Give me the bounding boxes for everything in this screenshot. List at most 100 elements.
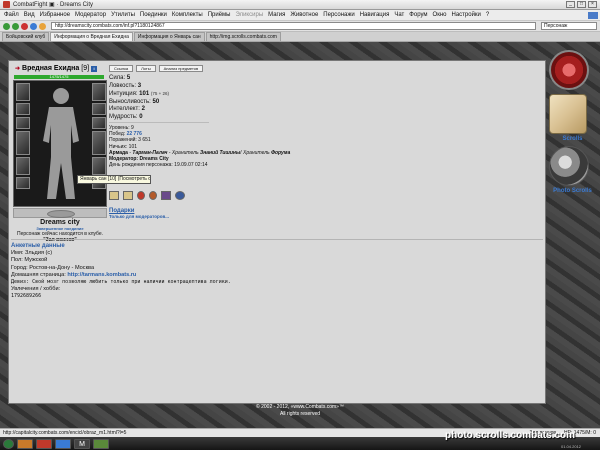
menu-fights[interactable]: Поединки xyxy=(140,12,167,18)
weapon-slot[interactable] xyxy=(16,131,30,155)
taskbar-game-icon[interactable] xyxy=(36,438,52,449)
belt-slot[interactable] xyxy=(16,177,30,189)
analyze-items-button[interactable]: Анализ предметов xyxy=(158,65,204,72)
menu-navigation[interactable]: Навигация xyxy=(360,12,390,18)
start-button[interactable] xyxy=(3,438,14,449)
personal-icq: 1792689266 xyxy=(11,293,42,300)
earring-slot[interactable] xyxy=(16,103,30,115)
window-title: CombatFight ▣ · Dreams City xyxy=(13,2,94,8)
taskbar-folder-icon[interactable] xyxy=(17,438,33,449)
badges-row xyxy=(109,191,185,200)
menu-view[interactable]: Вид xyxy=(24,12,35,18)
map-badge-icon[interactable] xyxy=(123,191,133,200)
menu-pet[interactable]: Животное xyxy=(290,12,318,18)
menu-file[interactable]: Файл xyxy=(4,12,19,18)
clan-stamp xyxy=(13,208,107,218)
stat-endurance: Выносливость: 50 xyxy=(109,98,160,105)
ring-slot-1[interactable] xyxy=(92,103,106,115)
menu-bar: Файл Вид Избранное Модератор Утилиты Пое… xyxy=(0,10,600,21)
right-sidebar: Scrolls Photo Scrolls xyxy=(545,42,600,428)
refresh-icon[interactable] xyxy=(30,22,37,30)
rank-badge-icon[interactable] xyxy=(175,191,185,200)
photo-scrolls-link[interactable]: Photo Scrolls xyxy=(545,188,600,194)
tab-img-scrolls[interactable]: http://img.scrolls.combats.com xyxy=(205,32,281,41)
scroll-badge-icon[interactable] xyxy=(109,191,119,200)
tab-info-january[interactable]: Информация о Январь сан xyxy=(133,32,205,41)
lots-button[interactable]: Лоты xyxy=(136,65,156,72)
scrolls-link[interactable]: Scrolls xyxy=(545,136,600,142)
address-field[interactable]: http://dreamscity.combats.com/inf.pl?118… xyxy=(51,22,536,30)
menu-forum[interactable]: Форум xyxy=(409,12,427,18)
hp-bar: 1475/1475 xyxy=(14,74,104,79)
guild-badge-icon[interactable] xyxy=(161,191,171,200)
status-url: http://capitalcity.combats.com/encicl/ob… xyxy=(3,430,127,436)
section-divider xyxy=(11,239,543,240)
stat-strength: Сила: 5 xyxy=(109,75,131,81)
clock: 01.04.2012 xyxy=(561,444,582,449)
stop-icon[interactable] xyxy=(21,22,28,30)
menu-window[interactable]: Окно xyxy=(433,12,447,18)
bracer-slot[interactable] xyxy=(92,157,106,175)
link-button[interactable]: Ссылка xyxy=(109,65,134,72)
menu-elixirs[interactable]: Эликсиры xyxy=(235,12,263,18)
info-icon[interactable]: i xyxy=(91,65,98,72)
page-area: ➜ Вредная Ехидна [9] i 1475/1475 Январь … xyxy=(0,42,600,428)
menu-help[interactable]: ? xyxy=(486,12,489,18)
app-icon xyxy=(3,1,10,8)
homepage-link[interactable]: http://tarmans.kombats.ru xyxy=(67,272,136,278)
maximize-button[interactable]: □ xyxy=(577,1,586,8)
menu-settings[interactable]: Настройки xyxy=(451,12,480,18)
taskbar-app-icon[interactable] xyxy=(93,438,109,449)
menu-moderator[interactable]: Модератор xyxy=(75,12,106,18)
minimize-button[interactable]: _ xyxy=(566,1,575,8)
armor-slot[interactable] xyxy=(16,157,30,175)
forward-icon[interactable] xyxy=(12,22,19,30)
alignment-arrow-icon: ➜ xyxy=(15,66,21,72)
shield-slot[interactable] xyxy=(92,131,106,155)
ring-slot-2[interactable] xyxy=(92,117,106,129)
gloves-slot[interactable] xyxy=(92,83,106,101)
gifts-note: Только для модераторов... xyxy=(109,214,169,219)
character-name: Вредная Ехидна xyxy=(22,65,80,72)
character-card: ➜ Вредная Ехидна [9] i 1475/1475 Январь … xyxy=(8,60,546,404)
medal-badge-icon[interactable] xyxy=(137,191,145,200)
menu-utilities[interactable]: Утилиты xyxy=(111,12,135,18)
taskbar-browser-icon[interactable] xyxy=(55,438,71,449)
close-button[interactable]: × xyxy=(588,1,597,8)
menu-favorites[interactable]: Избранное xyxy=(40,12,70,18)
watermark: photo.scrolls.combats.com xyxy=(445,430,576,441)
menu-magic[interactable]: Магия xyxy=(268,12,285,18)
photo-scrolls-icon[interactable] xyxy=(549,146,589,186)
helmet-slot[interactable] xyxy=(16,83,30,101)
tooltip: Январь сан [10] (Посмотреть образ) xyxy=(77,175,151,184)
character-level: [9] xyxy=(81,65,90,72)
order-badge-icon[interactable] xyxy=(149,191,157,200)
divider xyxy=(109,122,209,123)
tab-info-ekhidna[interactable]: Информация о Вредная Ехидна xyxy=(50,32,133,41)
stat-wisdom: Мудрость: 0 xyxy=(109,113,143,120)
menu-techniques[interactable]: Приёмы xyxy=(208,12,231,18)
tab-bar: Бойцовский клуб Информация о Вредная Ехи… xyxy=(0,32,600,42)
amulet-slot[interactable] xyxy=(16,117,30,129)
scrolls-icon[interactable] xyxy=(549,94,587,134)
personal-sex: Пол: Мужской xyxy=(11,257,48,264)
personal-hobby: Увлечения / хобби: xyxy=(11,286,61,293)
personal-city: Город: Ростов-на-Дону - Москва xyxy=(11,264,95,271)
character-avatar[interactable] xyxy=(13,80,107,207)
stats-list: Сила: 5 Ловкость: 3 Интуиция: 101 (75 + … xyxy=(109,75,169,121)
combats-logo-icon[interactable] xyxy=(549,50,589,90)
personal-header: Анкетные данные xyxy=(11,243,65,249)
download-icon[interactable] xyxy=(588,11,598,19)
personal-homepage: Домашняя страница: http://tarmans.kombat… xyxy=(11,271,137,278)
character-search-field[interactable]: Персонаж xyxy=(541,22,597,30)
taskbar-m-icon[interactable]: M xyxy=(74,438,90,449)
navigation-bar: http://dreamscity.combats.com/inf.pl?118… xyxy=(0,21,600,32)
home-icon[interactable] xyxy=(39,22,46,30)
menu-characters[interactable]: Персонажи xyxy=(323,12,354,18)
back-icon[interactable] xyxy=(3,22,10,30)
tab-fight-club[interactable]: Бойцовский клуб xyxy=(2,32,50,41)
menu-sets[interactable]: Комплекты xyxy=(172,12,203,18)
menu-chat[interactable]: Чат xyxy=(394,12,404,18)
copyright: © 2002 - 2012, «www.Combats.com»™ xyxy=(256,404,344,410)
emblem-icon xyxy=(47,210,75,218)
